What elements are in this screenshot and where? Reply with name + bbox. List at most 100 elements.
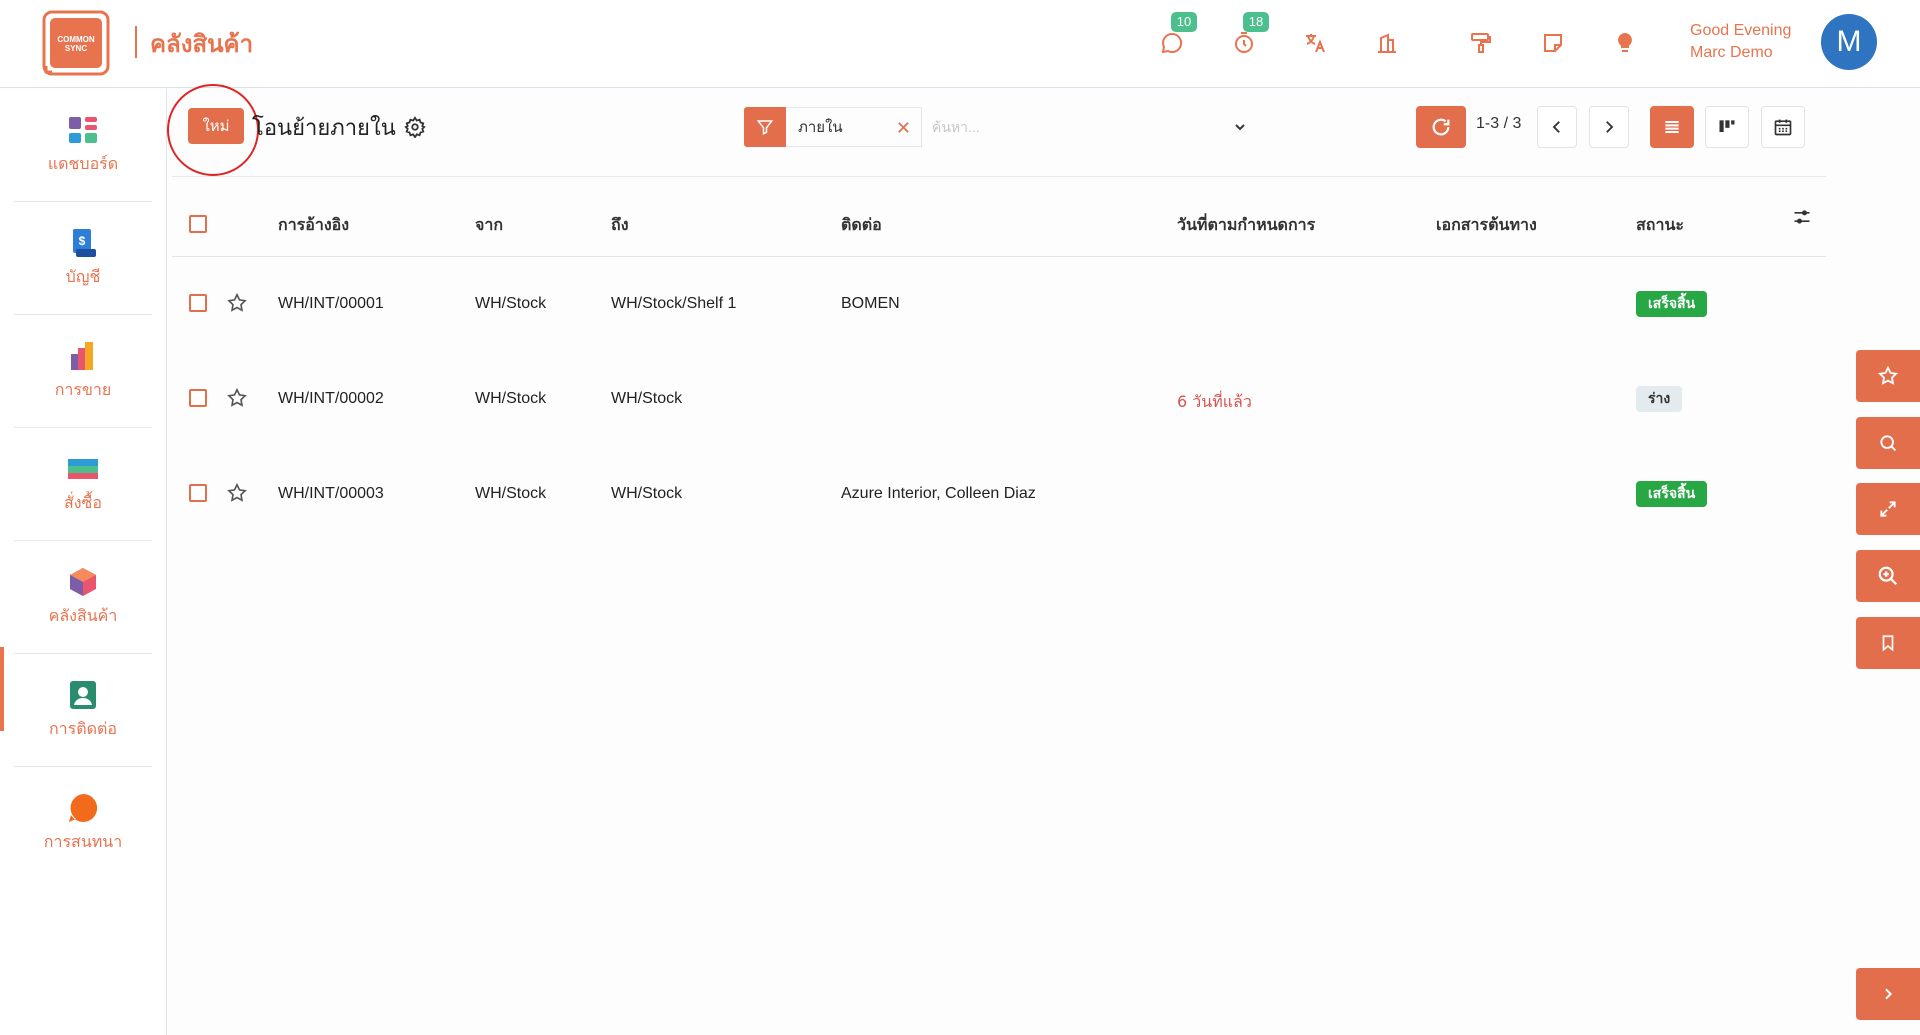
sidebar-item-inventory[interactable]: คลังสินค้า <box>14 541 152 654</box>
timer-badge: 18 <box>1243 12 1269 32</box>
calendar-view-button[interactable] <box>1761 106 1805 148</box>
close-icon[interactable]: ✕ <box>896 118 911 139</box>
select-all-checkbox[interactable] <box>189 215 207 233</box>
pager-value[interactable]: 1-3 / 3 <box>1476 115 1521 133</box>
reference-cell: WH/INT/00001 <box>278 295 384 312</box>
favorite-float-button[interactable] <box>1856 350 1920 402</box>
sidebar-item-sales[interactable]: การขาย <box>14 315 152 428</box>
filter-icon <box>756 120 774 135</box>
expand-icon <box>1880 501 1896 517</box>
chevron-left-icon <box>1552 121 1560 133</box>
translate-icon[interactable] <box>1300 28 1330 58</box>
star-icon <box>1877 365 1899 385</box>
row-checkbox[interactable] <box>189 294 207 312</box>
avatar[interactable]: M <box>1821 14 1877 70</box>
reference-cell: WH/INT/00003 <box>278 485 384 502</box>
chat-badge: 10 <box>1171 12 1197 32</box>
status-badge: ร่าง <box>1636 386 1683 412</box>
contacts-icon <box>70 680 96 709</box>
app-logo[interactable]: COMMON SYNC <box>42 10 110 76</box>
pager-next-button[interactable] <box>1589 106 1629 148</box>
greeting-text: Good Evening <box>1690 22 1792 39</box>
collapse-float-button[interactable] <box>1856 968 1920 1020</box>
sidebar-item-dashboard[interactable]: แดชบอร์ด <box>14 89 152 202</box>
new-button[interactable]: ใหม่ <box>188 108 244 144</box>
table-row[interactable]: WH/INT/00002 WH/Stock WH/Stock 6 วันที่แ… <box>172 352 1826 447</box>
company-icon[interactable] <box>1372 28 1402 58</box>
page-title: โอนย้ายภายใน <box>252 116 396 141</box>
app-title[interactable]: คลังสินค้า <box>150 24 253 63</box>
chevron-down-icon[interactable] <box>1232 119 1248 135</box>
star-icon[interactable] <box>226 292 248 314</box>
table-row[interactable]: WH/INT/00003 WH/Stock WH/Stock Azure Int… <box>172 447 1826 542</box>
calendar-icon <box>1774 119 1792 136</box>
sidebar-item-accounting[interactable]: $ บัญชี <box>14 202 152 315</box>
from-cell: WH/Stock <box>475 390 547 407</box>
header-divider <box>135 26 137 58</box>
search-float-button[interactable] <box>1856 417 1920 469</box>
sidebar-item-label: สั่งซื้อ <box>63 492 103 512</box>
zoom-icon <box>1878 566 1898 586</box>
optional-columns-icon[interactable] <box>1792 207 1812 227</box>
to-cell: WH/Stock <box>611 390 683 407</box>
sidebar-item-purchase[interactable]: สั่งซื้อ <box>14 428 152 541</box>
to-cell: WH/Stock/Shelf 1 <box>611 295 737 312</box>
chevron-right-icon <box>1606 121 1614 133</box>
contact-cell: Azure Interior, Colleen Diaz <box>841 485 1036 502</box>
contact-cell: BOMEN <box>841 295 900 312</box>
column-header-source-document[interactable]: เอกสารต้นทาง <box>1436 213 1537 238</box>
search-icon <box>1880 435 1897 452</box>
purchase-icon <box>68 458 98 479</box>
star-icon[interactable] <box>226 482 248 504</box>
lightbulb-icon[interactable] <box>1610 28 1640 58</box>
from-cell: WH/Stock <box>475 485 547 502</box>
filter-toggle-button[interactable] <box>744 107 786 147</box>
top-header: COMMON SYNC คลังสินค้า 10 18 Good Evenin… <box>0 0 1920 88</box>
list-icon <box>1665 121 1679 133</box>
chevron-right-icon <box>1885 988 1893 1000</box>
to-cell: WH/Stock <box>611 485 683 502</box>
star-icon[interactable] <box>226 387 248 409</box>
column-header-reference[interactable]: การอ้างอิง <box>278 213 349 238</box>
column-header-to[interactable]: ถึง <box>611 213 629 238</box>
pager-previous-button[interactable] <box>1537 106 1577 148</box>
bookmark-float-button[interactable] <box>1856 617 1920 669</box>
zoom-float-button[interactable] <box>1856 550 1920 602</box>
sidebar-item-label: แดชบอร์ด <box>47 153 119 173</box>
row-checkbox[interactable] <box>189 484 207 502</box>
status-badge: เสร็จสิ้น <box>1636 481 1708 507</box>
chat-icon[interactable]: 10 <box>1157 12 1197 58</box>
svg-text:SYNC: SYNC <box>65 44 87 53</box>
user-greeting: Good Evening Marc Demo <box>1690 20 1791 64</box>
facet-label: ภายใน <box>798 118 843 136</box>
dashboard-icon <box>69 116 97 143</box>
scheduled-date-cell: 6 วันที่แล้ว <box>1177 392 1252 411</box>
row-checkbox[interactable] <box>189 389 207 407</box>
expand-float-button[interactable] <box>1856 483 1920 535</box>
paint-roller-icon[interactable] <box>1466 28 1496 58</box>
column-header-contact[interactable]: ติดต่อ <box>841 213 882 238</box>
column-header-status[interactable]: สถานะ <box>1636 213 1684 238</box>
sidebar-item-label: บัญชี <box>65 266 101 286</box>
sidebar-item-contacts[interactable]: การติดต่อ <box>14 654 152 767</box>
column-header-from[interactable]: จาก <box>475 213 503 238</box>
sidebar-item-label: การสนทนา <box>43 832 123 851</box>
sidebar-item-label: การขาย <box>54 379 112 399</box>
gear-icon[interactable] <box>404 116 426 138</box>
refresh-icon <box>1432 118 1450 136</box>
kanban-view-button[interactable] <box>1705 106 1749 148</box>
search-facet[interactable]: ภายใน ✕ <box>786 107 922 147</box>
sidebar: แดชบอร์ด $ บัญชี การขาย สั่งซื้อ คลังสิน… <box>0 89 167 1035</box>
svg-text:$: $ <box>79 234 86 248</box>
timer-icon[interactable]: 18 <box>1229 12 1269 58</box>
column-header-scheduled-date[interactable]: วันที่ตามกำหนดการ <box>1177 213 1315 238</box>
search-input[interactable] <box>932 107 1212 147</box>
table-row[interactable]: WH/INT/00001 WH/Stock WH/Stock/Shelf 1 B… <box>172 257 1826 352</box>
svg-text:COMMON: COMMON <box>57 35 95 44</box>
accounting-icon: $ <box>73 228 96 257</box>
note-icon[interactable] <box>1538 28 1568 58</box>
sidebar-item-discuss[interactable]: การสนทนา <box>14 767 152 880</box>
inventory-icon <box>70 567 96 596</box>
list-view-button[interactable] <box>1650 106 1694 148</box>
refresh-button[interactable] <box>1416 106 1466 148</box>
